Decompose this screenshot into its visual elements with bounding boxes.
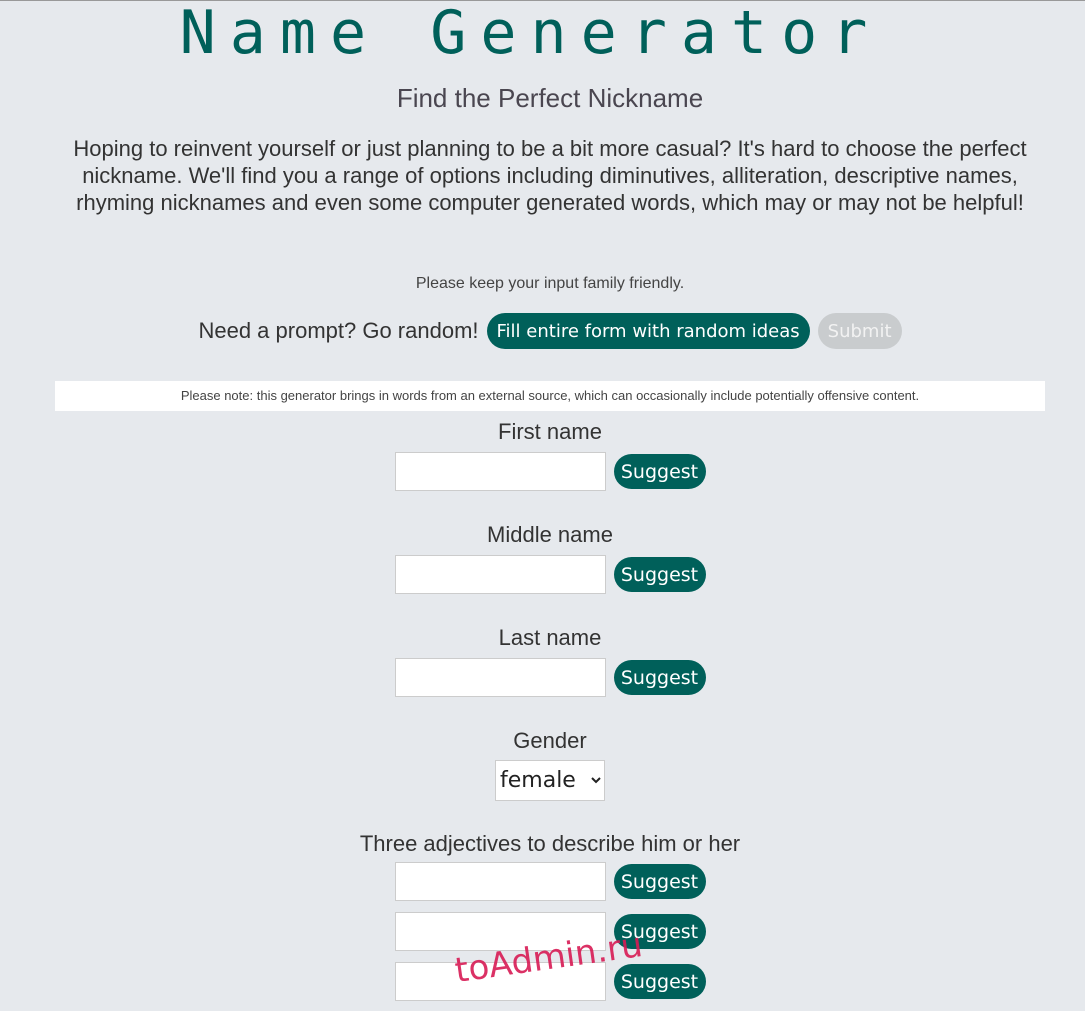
first-name-group: First name Suggest	[0, 417, 1085, 492]
submit-button[interactable]: Submit	[817, 313, 902, 349]
adjectives-label: Three adjectives to describe him or her	[359, 831, 741, 856]
middle-name-suggest-button[interactable]: Suggest	[613, 557, 706, 592]
last-name-group: Last name Suggest	[0, 623, 1085, 698]
page-subtitle: Find the Perfect Nickname	[396, 83, 704, 113]
first-name-suggest-button[interactable]: Suggest	[613, 454, 706, 489]
last-name-input[interactable]	[394, 658, 606, 697]
intro-text: Hoping to reinvent yourself or just plan…	[73, 136, 1027, 215]
adjective-input-1[interactable]	[394, 862, 606, 901]
gender-select[interactable]: female	[495, 760, 605, 801]
random-fill-button[interactable]: Fill entire form with random ideas	[486, 313, 810, 349]
last-name-label: Last name	[498, 625, 602, 650]
gender-label: Gender	[513, 728, 587, 753]
prompt-text: Need a prompt? Go random!	[198, 318, 479, 343]
adjective-suggest-button-1[interactable]: Suggest	[613, 864, 706, 899]
adjective-suggest-button-3[interactable]: Suggest	[613, 964, 706, 999]
middle-name-input[interactable]	[394, 555, 606, 594]
gender-group: Gender female	[0, 726, 1085, 801]
first-name-label: First name	[498, 419, 602, 444]
family-friendly-note: Please keep your input family friendly.	[415, 275, 685, 292]
middle-name-group: Middle name Suggest	[0, 520, 1085, 595]
page-title: Name Generator	[179, 0, 882, 68]
middle-name-label: Middle name	[487, 522, 613, 547]
last-name-suggest-button[interactable]: Suggest	[613, 660, 706, 695]
prompt-row: Need a prompt? Go random! Fill entire fo…	[0, 313, 1085, 349]
offensive-content-note: Please note: this generator brings in wo…	[55, 381, 1045, 411]
first-name-input[interactable]	[394, 452, 606, 491]
